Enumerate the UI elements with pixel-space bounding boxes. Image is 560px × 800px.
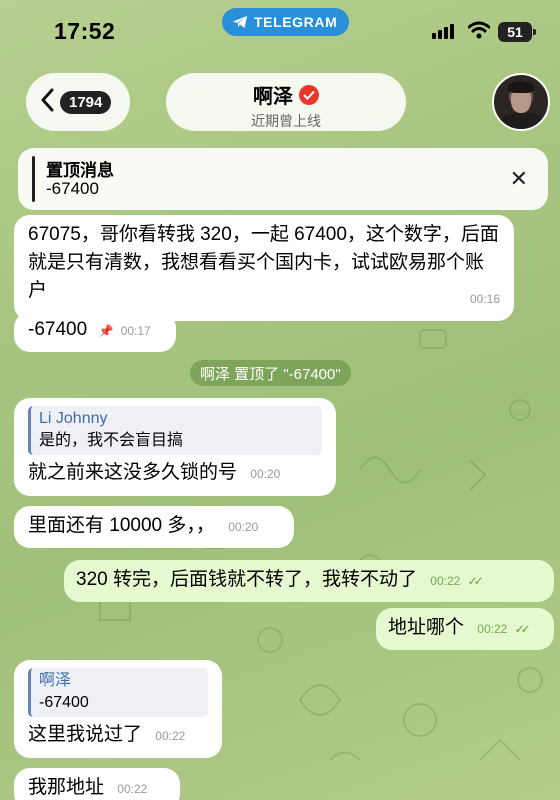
pinned-title: 置顶消息 (46, 161, 114, 180)
reply-author: Li Johnny (39, 410, 108, 427)
message-time: 00:17 (120, 324, 151, 338)
message-bubble[interactable]: Li Johnny 是的，我不会盲目搞 就之前来这没多久锁的号 00:20 (14, 398, 336, 496)
contact-avatar[interactable] (492, 73, 550, 131)
pinned-text: -67400 (46, 179, 99, 198)
chat-name: 啊泽 (253, 86, 293, 108)
pinned-message-bar[interactable]: 置顶消息 -67400 ✕ (18, 148, 548, 210)
chevron-left-icon (40, 88, 54, 117)
message-text: -67400 (28, 319, 88, 340)
read-double-check-icon: ✓✓ (467, 574, 484, 588)
unread-count-badge: 1794 (60, 90, 112, 114)
reply-quote[interactable]: 啊泽 -67400 (28, 668, 208, 717)
clock: 17:52 (54, 18, 116, 44)
message-time: 00:20 (250, 467, 281, 481)
message-bubble[interactable]: 里面还有 10000 多，， 00:20 (14, 506, 294, 548)
reply-quote[interactable]: Li Johnny 是的，我不会盲目搞 (28, 406, 322, 455)
message-bubble-outgoing[interactable]: 320 转完，后面钱就不转了，我转不动了 00:22 ✓✓ (64, 560, 554, 602)
cellular-signal-icon (432, 24, 454, 39)
message-time: 00:16 (469, 292, 500, 306)
verified-badge-icon (299, 84, 319, 105)
message-bubble[interactable]: 啊泽 -67400 这里我说过了 00:22 (14, 660, 222, 758)
close-icon[interactable]: ✕ (510, 166, 528, 192)
pin-icon: 📌 (98, 324, 114, 338)
chat-title[interactable]: 啊泽 近期曾上线 (166, 73, 406, 131)
telegram-app-pill[interactable]: TELEGRAM (222, 8, 350, 36)
message-time: 00:22 (430, 574, 461, 588)
message-bubble[interactable]: -67400 📌 00:17 (14, 312, 176, 352)
message-bubble[interactable]: 67075，哥你看转我 320，一起 67400，这个数字，后面就是只有清数，我… (14, 215, 514, 321)
read-double-check-icon: ✓✓ (514, 622, 531, 636)
message-time: 00:22 (477, 622, 508, 636)
telegram-plane-icon (232, 15, 248, 29)
reply-text: 是的，我不会盲目搞 (39, 432, 184, 449)
wifi-icon (467, 21, 491, 44)
message-bubble[interactable]: 我那地址 00:22 (14, 768, 180, 800)
message-time: 00:22 (155, 729, 186, 743)
message-text: 我那地址 (28, 777, 105, 798)
message-time: 00:22 (117, 782, 148, 796)
message-text: 320 转完，后面钱就不转了，我转不动了 (76, 569, 417, 590)
pinned-accent-bar (32, 156, 35, 202)
battery-indicator: 51 (498, 22, 536, 42)
message-text: 地址哪个 (388, 617, 465, 638)
telegram-pill-label: TELEGRAM (254, 14, 338, 30)
status-bar: 17:52 TELEGRAM 51 (0, 0, 560, 60)
reply-text: -67400 (39, 694, 89, 711)
message-bubble-outgoing[interactable]: 地址哪个 00:22 ✓✓ (376, 608, 554, 650)
message-text: 里面还有 10000 多，， (28, 515, 215, 536)
message-text: 这里我说过了 (28, 724, 143, 745)
message-text: 就之前来这没多久锁的号 (28, 462, 238, 483)
reply-author: 啊泽 (39, 672, 72, 689)
message-text: 67075，哥你看转我 320，一起 67400，这个数字，后面就是只有清数，我… (28, 224, 499, 301)
service-message: 啊泽 置顶了 "-67400" (190, 360, 351, 386)
chat-last-seen: 近期曾上线 (251, 113, 321, 129)
message-time: 00:20 (228, 520, 259, 534)
back-button[interactable]: 1794 (26, 73, 130, 131)
